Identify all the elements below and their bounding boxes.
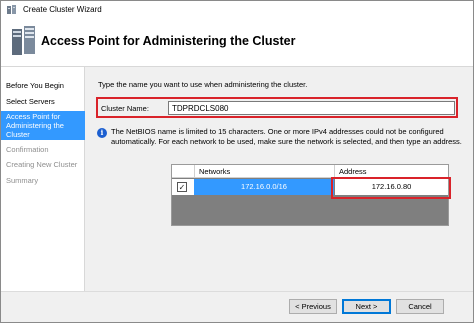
wizard-window: Create Cluster Wizard Access Point for A… <box>0 0 474 323</box>
step-select-servers[interactable]: Select Servers <box>1 97 85 106</box>
info-icon: i <box>97 128 107 138</box>
step-summary: Summary <box>6 176 39 185</box>
info-message: The NetBIOS name is limited to 15 charac… <box>111 127 462 146</box>
network-checkbox[interactable]: ✓ <box>177 182 187 192</box>
step-access-point[interactable]: Access Point for Administering the Clust… <box>1 111 85 140</box>
intro-text: Type the name you want to use when admin… <box>98 80 308 89</box>
previous-button[interactable]: < Previous <box>289 299 337 314</box>
address-highlight-box <box>331 177 451 199</box>
cluster-name-input[interactable] <box>168 101 455 115</box>
cluster-name-row: Cluster Name: <box>96 97 458 118</box>
step-creating-new-cluster: Creating New Cluster <box>6 160 78 169</box>
column-header-address[interactable]: Address <box>339 167 367 176</box>
wizard-steps-panel: Before You Begin Select Servers Access P… <box>1 67 85 322</box>
window-title: Create Cluster Wizard <box>23 5 102 14</box>
network-cell[interactable]: 172.16.0.0/16 <box>194 179 334 195</box>
cancel-button[interactable]: Cancel <box>396 299 444 314</box>
title-bar: Create Cluster Wizard <box>1 1 473 19</box>
step-confirmation: Confirmation <box>6 145 49 154</box>
wizard-footer: < Previous Next > Cancel <box>1 291 473 322</box>
wizard-header: Access Point for Administering the Clust… <box>1 19 473 67</box>
wizard-content: Type the name you want to use when admin… <box>86 67 473 291</box>
step-before-you-begin[interactable]: Before You Begin <box>1 81 85 90</box>
next-button[interactable]: Next > <box>342 299 391 314</box>
cluster-app-icon <box>7 5 18 15</box>
page-heading: Access Point for Administering the Clust… <box>41 34 296 48</box>
cluster-name-label: Cluster Name: <box>101 104 149 113</box>
server-cluster-icon <box>11 25 37 57</box>
column-header-networks[interactable]: Networks <box>199 167 230 176</box>
